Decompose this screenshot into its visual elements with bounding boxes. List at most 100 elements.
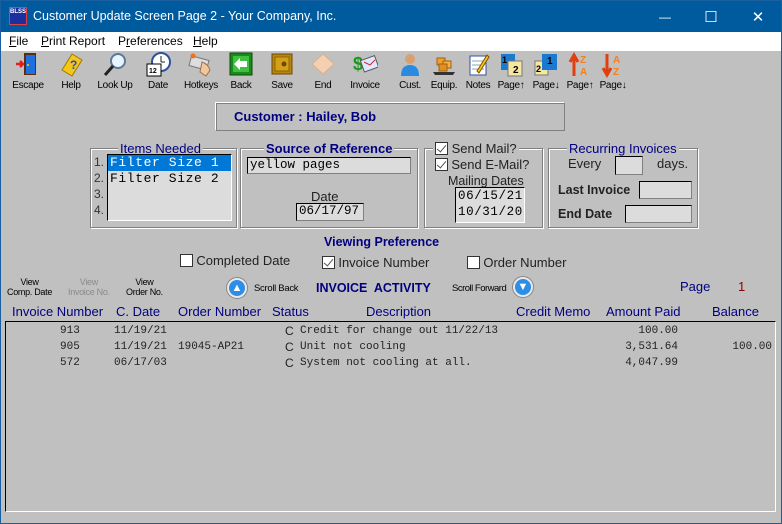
send-email-check-icon[interactable] [435,158,448,171]
last-invoice-input[interactable] [639,181,692,199]
escape-label: Escape [12,80,44,91]
cell-cdate: 11/19/21 [114,325,167,337]
col-description[interactable]: Description [366,304,431,319]
completed-date-checkbox[interactable] [180,254,193,267]
page-up-button[interactable]: 12 Page↑ [491,52,531,91]
invoice-activity-title: INVOICE ACTIVITY [316,281,431,295]
view-line1: View [79,277,98,287]
view-order-no-button[interactable]: View Order No. [126,277,163,297]
svg-text:1: 1 [502,55,507,65]
col-c-date[interactable]: C. Date [116,304,160,319]
close-button[interactable]: ✕ [735,1,781,32]
escape-button[interactable]: Escape [8,52,48,91]
every-label: Every [568,156,602,171]
cell-description: System not cooling at all. [300,357,472,369]
cell-status: C [285,356,294,370]
end-icon [310,52,336,78]
svg-text:2: 2 [536,64,541,74]
table-row[interactable]: 913 11/19/21 C Credit for change out 11/… [6,323,775,339]
cell-amount-paid: 3,531.64 [625,341,678,353]
customer-person-icon [397,52,423,78]
page-down-icon: 21 [533,52,559,78]
invoice-number-checkbox[interactable] [322,256,335,269]
list-item[interactable] [108,187,231,203]
recurring-invoices-group: Recurring Invoices Every days. Last Invo… [548,141,698,228]
customer-name-value: Hailey, Bob [306,109,377,124]
items-needed-list[interactable]: Filter Size 1 Filter Size 2 [107,154,232,221]
end-button[interactable]: End [303,52,343,91]
view-line2: Invoice No. [68,287,110,297]
send-mail-checkbox[interactable]: Send Mail? [433,141,519,156]
magnifier-icon [102,52,128,78]
cell-amount-paid: 4,047.99 [625,357,678,369]
keyboard-hand-icon [188,52,214,78]
source-of-reference-input[interactable]: yellow pages [247,157,411,174]
date-label: Date [148,80,168,91]
invoice-number-label: Invoice Number [338,255,430,270]
table-row[interactable]: 905 11/19/21 19045-AP21 C Unit not cooli… [6,339,775,355]
invoice-activity-table[interactable]: 913 11/19/21 C Credit for change out 11/… [5,321,776,512]
menu-help[interactable]: Help [193,34,218,48]
mailing-date[interactable]: 10/31/20 [456,204,524,220]
cell-cdate: 11/19/21 [114,341,167,353]
date-button[interactable]: 12 Date [138,52,178,91]
col-balance[interactable]: Balance [712,304,759,319]
send-email-label: Send E-Mail? [451,157,530,172]
list-item[interactable]: Filter Size 2 [108,171,231,187]
menu-accelerator: r [126,34,131,48]
back-label: Back [230,80,252,91]
col-order-number[interactable]: Order Number [178,304,261,319]
mailing-date[interactable]: 06/15/21 [456,188,524,204]
cell-status: C [285,340,294,354]
help-book-icon: ? [58,52,84,78]
save-button[interactable]: Save [262,52,302,91]
mailing-group: Send Mail? Send E-Mail? Mailing Dates 06… [424,141,543,228]
maximize-button[interactable]: ☐ [688,1,734,32]
end-date-input[interactable] [625,205,692,223]
sort-az-label: Page↓ [599,80,627,91]
invoice-money-icon: $ [352,52,380,78]
view-invoice-no-button[interactable]: View Invoice No. [68,277,110,297]
scroll-forward-button[interactable]: ▼ [512,276,534,298]
reference-date-input[interactable]: 06/17/97 [296,203,364,221]
menu-preferences[interactable]: Preferences [118,34,183,48]
view-comp-date-button[interactable]: View Comp. Date [7,277,52,297]
col-invoice-number[interactable]: Invoice Number [12,304,103,319]
look-up-button[interactable]: Look Up [95,52,135,91]
item-number: 2. [94,171,105,185]
viewing-preference-title: Viewing Preference [324,235,440,249]
menu-file[interactable]: File [9,34,28,48]
hotkeys-button[interactable]: Hotkeys [181,52,221,91]
scroll-back-button[interactable]: ▲ [226,277,248,299]
date-label: Date [311,189,339,204]
cell-invoice: 913 [60,325,80,337]
col-credit-memo[interactable]: Credit Memo [516,304,590,319]
help-button[interactable]: ? Help [51,52,91,91]
menu-accelerator: F [9,34,17,48]
hotkeys-label: Hotkeys [183,80,219,91]
minimize-button[interactable]: — [642,1,688,32]
view-line2: Comp. Date [7,287,53,297]
col-amount-paid[interactable]: Amount Paid [606,304,680,319]
send-mail-check-icon[interactable] [435,142,448,155]
completed-date-option[interactable]: Completed Date [180,253,290,268]
col-status[interactable]: Status [272,304,309,319]
list-item[interactable]: Filter Size 1 [108,155,231,171]
sort-az-button[interactable]: AZ Page↓ [593,52,633,91]
list-item[interactable] [108,203,231,219]
invoice-label: Invoice [350,80,380,91]
menu-print-report[interactable]: Print Report [41,34,105,48]
order-number-option[interactable]: Order Number [467,255,566,270]
mailing-dates-list[interactable]: 06/15/21 10/31/20 [455,187,525,223]
order-number-checkbox[interactable] [467,256,480,269]
svg-text:?: ? [70,58,77,72]
svg-text:12: 12 [149,68,157,75]
back-button[interactable]: Back [221,52,261,91]
end-label: End [314,80,332,91]
invoice-button[interactable]: $ Invoice [345,52,385,91]
every-days-input[interactable] [615,156,643,175]
send-email-checkbox[interactable]: Send E-Mail? [435,157,529,172]
invoice-number-option[interactable]: Invoice Number [322,255,429,270]
table-row[interactable]: 572 06/17/03 C System not cooling at all… [6,355,775,371]
calendar-clock-icon: 12 [145,52,171,78]
